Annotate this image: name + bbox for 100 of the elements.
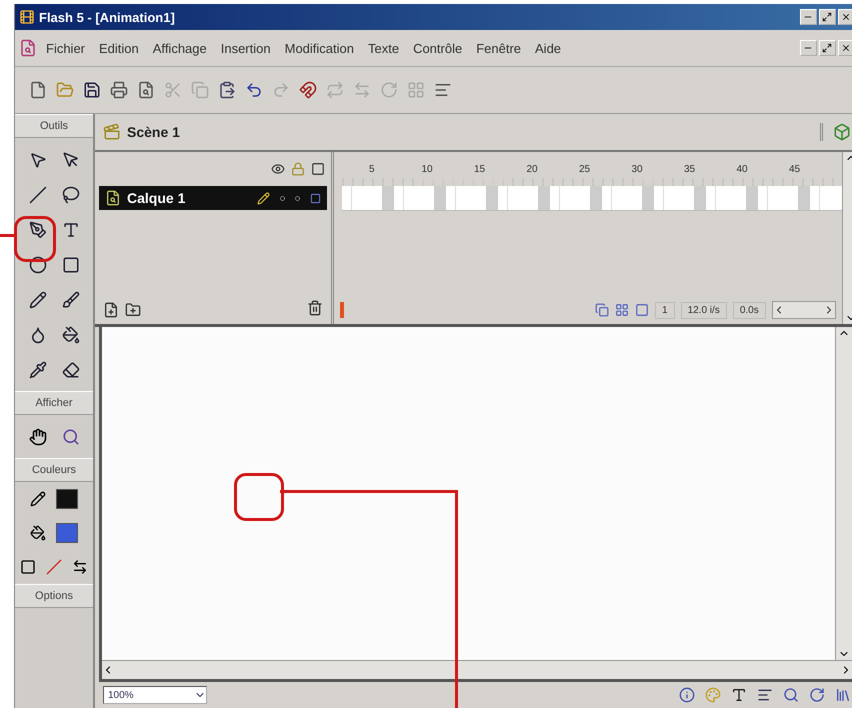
callout-ring (234, 473, 284, 521)
text-tool-icon[interactable] (62, 220, 80, 238)
inspector-icon[interactable] (782, 687, 798, 703)
save-icon[interactable] (83, 81, 101, 99)
panel-heading: Afficher (15, 391, 93, 415)
frame-number: 45 (789, 164, 802, 174)
minimize-button[interactable] (800, 40, 816, 56)
close-button[interactable] (838, 40, 852, 56)
library-icon[interactable] (834, 687, 850, 703)
undo-icon[interactable] (245, 81, 263, 99)
restore-icon (822, 12, 832, 22)
panel-heading: Options (15, 584, 93, 608)
elapsed-time: 0.0s (732, 302, 766, 318)
edit-scene-icon[interactable] (832, 123, 850, 141)
info-panel-icon[interactable] (678, 687, 694, 703)
color-swatch[interactable] (56, 489, 78, 509)
frame-number: 20 (526, 164, 539, 174)
brush-icon[interactable] (62, 290, 80, 308)
frame-number: 35 (684, 164, 696, 174)
scrollbar[interactable] (772, 301, 836, 319)
close-icon (841, 43, 851, 53)
scrollbar[interactable] (102, 660, 852, 679)
add-guide-icon[interactable] (125, 302, 141, 318)
pen-icon[interactable] (28, 220, 46, 238)
panel-heading: Outils (15, 114, 93, 138)
no-color-icon[interactable] (46, 559, 62, 575)
layer-icon (105, 190, 121, 206)
menu-item[interactable]: Aide (530, 38, 566, 58)
menu-item[interactable]: Fichier (41, 38, 90, 58)
menu-item[interactable]: Affichage (148, 38, 212, 58)
frame-number: 25 (579, 164, 592, 174)
frame-number: 40 (736, 164, 749, 174)
menu-item[interactable]: Contrôle (408, 38, 468, 58)
restore-button[interactable] (818, 9, 836, 25)
close-icon (841, 12, 851, 22)
hand-icon[interactable] (28, 428, 46, 446)
menu-item[interactable]: Fenêtre (471, 38, 526, 58)
add-layer-icon[interactable] (103, 302, 119, 318)
outline-icon[interactable] (311, 162, 325, 176)
transform-icon[interactable] (808, 687, 824, 703)
onion-markers-icon[interactable] (635, 303, 649, 317)
frame-number: 5 (369, 164, 376, 174)
print-preview-icon[interactable] (137, 81, 155, 99)
layer-name: Calque 1 (127, 190, 186, 206)
stroke-icon[interactable] (30, 491, 46, 507)
fill-icon[interactable] (30, 525, 46, 541)
paint-bucket-icon[interactable] (62, 326, 80, 344)
menu-item[interactable]: Edition (94, 38, 144, 58)
zoom-dropdown[interactable]: 100% (103, 686, 207, 704)
dot-icon[interactable] (295, 196, 300, 200)
scene-name: Scène 1 (127, 124, 180, 140)
print-icon[interactable] (110, 81, 128, 99)
panel-heading: Couleurs (15, 458, 93, 482)
eyedropper-icon[interactable] (28, 360, 46, 378)
lasso-icon[interactable] (62, 186, 80, 204)
window-title: Flash 5 - [Animation1] (39, 10, 175, 24)
frame-number: 15 (474, 164, 486, 174)
color-panel-icon[interactable] (704, 687, 720, 703)
close-button[interactable] (838, 9, 852, 25)
scrollbar[interactable] (834, 327, 852, 660)
document-icon (19, 39, 37, 57)
oval-icon[interactable] (28, 256, 46, 274)
edit-frames-icon[interactable] (615, 303, 629, 317)
magnet-icon[interactable] (299, 81, 317, 99)
frame-number: 10 (422, 164, 434, 174)
frame-counter: 1 (655, 302, 675, 318)
menu-item[interactable]: Modification (280, 38, 359, 58)
menu-item[interactable]: Texte (362, 38, 404, 58)
frame-rate: 12.0 i/s (680, 302, 727, 318)
swap-colors-icon[interactable] (72, 559, 88, 575)
callout-ring (14, 216, 56, 262)
layer-color-icon[interactable] (310, 192, 321, 204)
eye-icon[interactable] (271, 162, 285, 176)
subselect-arrow-icon[interactable] (62, 150, 80, 168)
minimize-button[interactable] (800, 9, 816, 25)
arrow-icon[interactable] (28, 150, 46, 168)
frame-number: 30 (632, 164, 644, 174)
color-swatch[interactable] (56, 523, 78, 543)
playhead-marker (340, 302, 344, 318)
dot-icon[interactable] (280, 196, 285, 200)
onion-outline-icon[interactable] (595, 303, 609, 317)
pencil-icon[interactable] (28, 290, 46, 308)
align-panel-icon[interactable] (756, 687, 772, 703)
default-colors-icon[interactable] (20, 559, 36, 575)
trash-icon[interactable] (307, 300, 323, 316)
paste-icon[interactable] (218, 81, 236, 99)
character-panel-icon[interactable] (730, 687, 746, 703)
app-icon (19, 9, 35, 25)
frame-track[interactable] (342, 186, 842, 211)
scene-icon (103, 123, 121, 141)
layer-row[interactable]: Calque 1 (99, 186, 327, 210)
eraser-icon[interactable] (62, 360, 80, 378)
zoom-icon[interactable] (62, 428, 80, 446)
align-icon[interactable] (434, 81, 452, 99)
line-icon[interactable] (28, 186, 46, 204)
restore-icon (822, 43, 832, 53)
new-file-icon[interactable] (29, 81, 47, 99)
restore-button[interactable] (818, 40, 836, 56)
menu-item[interactable]: Insertion (216, 38, 276, 58)
rectangle-icon[interactable] (62, 256, 80, 274)
